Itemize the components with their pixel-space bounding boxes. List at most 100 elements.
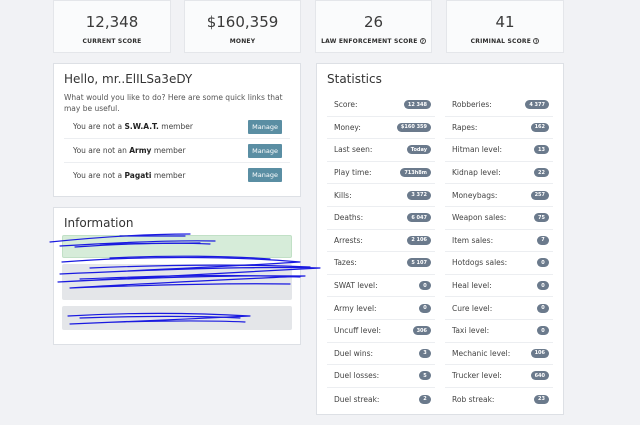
stat-row-cure-level: Cure level: 0 xyxy=(445,297,553,320)
welcome-subtitle: What would you like to do? Here are some… xyxy=(64,93,283,113)
stat-label: Hotdogs sales: xyxy=(452,258,508,268)
stat-row-item-sales: Item sales: 7 xyxy=(445,230,553,253)
information-title: Information xyxy=(64,216,134,230)
information-panel: Information xyxy=(53,207,301,345)
membership-text: You are not an Army member xyxy=(73,146,186,155)
money-label: MONEY xyxy=(229,38,256,45)
stat-row-taxi-level: Taxi level: 0 xyxy=(445,320,553,343)
stat-label: Mechanic level: xyxy=(452,348,511,358)
stat-row-duel-streak: Duel streak: 2 xyxy=(327,388,435,411)
stat-label: Duel losses: xyxy=(334,371,380,381)
stat-label: Cure level: xyxy=(452,303,493,313)
stat-label: Rob streak: xyxy=(452,394,495,404)
stat-value-badge: 106 xyxy=(530,348,549,358)
stat-row-mechanic-level: Mechanic level: 106 xyxy=(445,343,553,366)
stat-row-tazes: Tazes: 5 107 xyxy=(327,252,435,275)
welcome-panel: Hello, mr..ElILSa3eDY What would you lik… xyxy=(53,63,301,197)
statistics-column-left: Score: 12 348 Money: $160 359 Last seen: Toda… xyxy=(327,94,435,410)
stat-label: Trucker level: xyxy=(452,371,502,381)
stat-row-duel-wins: Duel wins: 3 xyxy=(327,343,435,366)
stat-label: Duel streak: xyxy=(334,394,380,404)
stat-value-badge: 22 xyxy=(534,168,549,178)
stat-value-badge: 7 xyxy=(537,235,549,245)
stat-value-badge: Today xyxy=(406,145,431,155)
stat-value-badge: 0 xyxy=(419,281,431,291)
help-icon[interactable]: ? xyxy=(533,38,540,44)
stat-label: Uncuff level: xyxy=(334,326,382,336)
membership-row-pagati: You are not a Pagati member Manage xyxy=(64,163,290,187)
stat-label: Play time: xyxy=(334,168,372,178)
stat-row-rob-streak: Rob streak: 23 xyxy=(445,388,553,411)
stat-label: Last seen: xyxy=(334,145,373,155)
stat-value-badge: 2 xyxy=(419,394,431,404)
law-enforcement-score-value: 26 xyxy=(363,13,384,31)
stat-label: Taxi level: xyxy=(452,326,490,336)
membership-text: You are not a S.W.A.T. member xyxy=(73,122,193,131)
stat-value-badge: 306 xyxy=(412,326,431,336)
stat-label: Score: xyxy=(334,100,358,110)
stat-row-weapon-sales: Weapon sales: 75 xyxy=(445,207,553,230)
help-icon[interactable]: ? xyxy=(419,38,426,44)
stat-value-badge: 75 xyxy=(534,213,549,223)
stat-card-current-score: 12,348 CURRENT SCORE xyxy=(53,0,171,53)
stat-label: Rapes: xyxy=(452,122,478,132)
stat-label: Money: xyxy=(334,122,361,132)
stat-label: Deaths: xyxy=(334,213,364,223)
stat-label: Tazes: xyxy=(334,258,357,268)
stat-value-badge: 4 377 xyxy=(525,100,549,110)
welcome-title: Hello, mr..ElILSa3eDY xyxy=(64,72,193,86)
stat-row-robberies: Robberies: 4 377 xyxy=(445,94,553,117)
stat-value-badge: 2 106 xyxy=(407,235,431,245)
stat-row-uncuff-level: Uncuff level: 306 xyxy=(327,320,435,343)
stat-label: Duel wins: xyxy=(334,348,374,358)
stat-row-army-level: Army level: 0 xyxy=(327,297,435,320)
stat-value-badge: 0 xyxy=(537,258,549,268)
stat-row-duel-losses: Duel losses: 5 xyxy=(327,365,435,388)
statistics-title: Statistics xyxy=(327,72,382,86)
manage-army-button[interactable]: Manage xyxy=(248,143,282,158)
stat-row-play-time: Play time: 713h8m xyxy=(327,162,435,185)
statistics-column-right: Robberies: 4 377 Rapes: 162 Hitman level: 13 K… xyxy=(445,94,553,410)
stat-value-badge: 3 xyxy=(419,348,431,358)
stat-label: Kidnap level: xyxy=(452,168,501,178)
stat-row-hitman-level: Hitman level: 13 xyxy=(445,139,553,162)
stat-label: SWAT level: xyxy=(334,281,378,291)
stat-value-badge: 13 xyxy=(534,145,549,155)
stat-row-kills: Kills: 3 372 xyxy=(327,184,435,207)
stat-label: Moneybags: xyxy=(452,190,498,200)
manage-pagati-button[interactable]: Manage xyxy=(248,168,282,182)
membership-text: You are not a Pagati member xyxy=(73,170,186,180)
stat-label: Item sales: xyxy=(452,235,494,245)
stat-row-moneybags: Moneybags: 257 xyxy=(445,184,553,207)
manage-swat-button[interactable]: Manage xyxy=(248,119,282,134)
info-alert-redacted xyxy=(62,306,292,330)
stat-label: Arrests: xyxy=(334,235,363,245)
criminal-score-label: CRIMINAL SCORE xyxy=(470,38,532,45)
stat-value-badge: 0 xyxy=(419,303,431,313)
stat-value-badge: 0 xyxy=(537,281,549,291)
current-score-value: 12,348 xyxy=(85,13,139,31)
money-value: $160,359 xyxy=(206,13,279,31)
stat-card-criminal-score: 41 CRIMINAL SCORE ? xyxy=(446,0,564,53)
stat-value-badge: 5 107 xyxy=(407,258,431,268)
stat-row-kidnap-level: Kidnap level: 22 xyxy=(445,162,553,185)
membership-row-swat: You are not a S.W.A.T. member Manage xyxy=(64,115,290,139)
stat-value-badge: 23 xyxy=(534,394,549,404)
stat-value-badge: 257 xyxy=(530,190,549,200)
stat-value-badge: $160 359 xyxy=(396,122,431,132)
info-alert-success xyxy=(62,235,292,258)
stat-value-badge: 5 xyxy=(419,371,431,381)
stat-label: Kills: xyxy=(334,190,352,200)
stat-row-trucker-level: Trucker level: 640 xyxy=(445,365,553,388)
stat-row-score: Score: 12 348 xyxy=(327,94,435,117)
stat-card-law-enforcement-score: 26 LAW ENFORCEMENT SCORE ? xyxy=(315,0,432,53)
statistics-panel: Statistics Score: 12 348 Money: $160 359 Las… xyxy=(316,63,564,415)
stat-row-swat-level: SWAT level: 0 xyxy=(327,275,435,298)
stat-row-last-seen: Last seen: Today xyxy=(327,139,435,162)
stat-row-rapes: Rapes: 162 xyxy=(445,117,553,140)
stat-value-badge: 6 047 xyxy=(407,213,431,223)
stat-row-money: Money: $160 359 xyxy=(327,117,435,140)
stat-row-arrests: Arrests: 2 106 xyxy=(327,230,435,253)
info-alert-redacted xyxy=(62,264,292,300)
stat-value-badge: 12 348 xyxy=(403,100,431,110)
